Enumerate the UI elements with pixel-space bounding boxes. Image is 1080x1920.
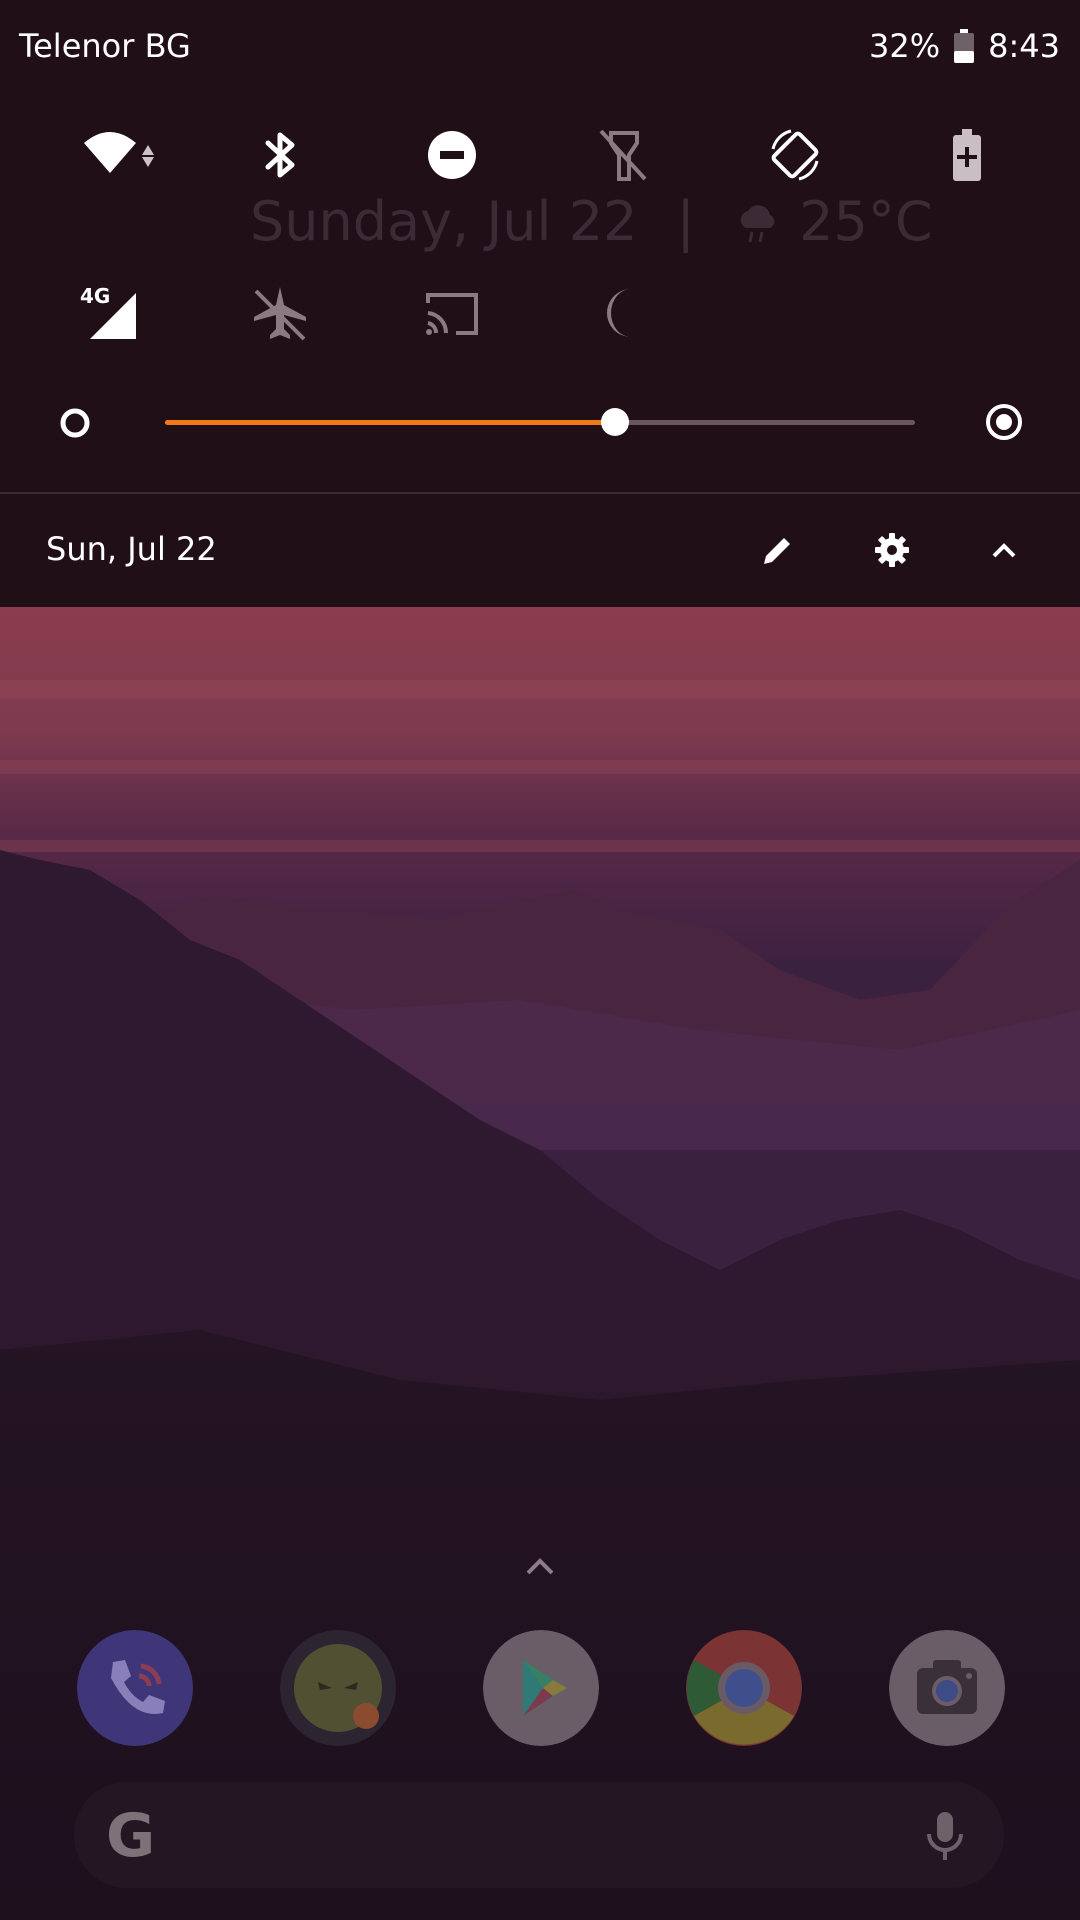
app-dock <box>0 1630 1080 1750</box>
quick-tiles-row-1 <box>0 100 1080 210</box>
google-search-bar[interactable]: G <box>74 1782 1004 1888</box>
battery-percentage: 32% <box>869 27 941 65</box>
tile-battery-saver[interactable] <box>912 100 1022 210</box>
tile-auto-rotate[interactable] <box>740 100 850 210</box>
flashlight-off-icon <box>599 129 647 181</box>
brightness-slider[interactable] <box>165 408 915 436</box>
tile-mobile-data[interactable]: 4G <box>55 258 165 368</box>
brightness-slider-thumb[interactable] <box>601 408 629 436</box>
cast-icon <box>426 293 478 335</box>
brightness-control <box>0 392 1080 452</box>
tile-bluetooth[interactable] <box>225 100 335 210</box>
tile-airplane-mode[interactable] <box>225 258 335 368</box>
airplane-off-icon <box>254 287 306 341</box>
app-drawer-chevron-icon[interactable] <box>522 1553 558 1577</box>
signal-4g-icon: 4G <box>80 284 136 339</box>
tile-wifi[interactable] <box>55 100 185 210</box>
signal-badge: 4G <box>80 284 110 308</box>
camera-app[interactable] <box>889 1630 1005 1746</box>
chevron-up-icon <box>992 543 1016 558</box>
tile-flashlight[interactable] <box>568 100 678 210</box>
microphone-icon[interactable] <box>922 1810 968 1862</box>
quick-settings-footer: Sun, Jul 22 <box>0 494 1080 607</box>
bluetooth-icon <box>265 132 295 178</box>
tile-night-light[interactable] <box>568 258 678 368</box>
collapse-button[interactable] <box>974 520 1034 580</box>
phone-icon <box>77 1630 193 1746</box>
settings-button[interactable] <box>862 520 922 580</box>
wifi-icon <box>84 132 154 173</box>
google-logo-icon: G <box>106 1806 155 1864</box>
orfox-icon <box>280 1630 396 1746</box>
chrome-icon <box>686 1630 802 1746</box>
moon-icon <box>607 289 631 337</box>
tile-cast[interactable] <box>397 258 507 368</box>
orfox-app[interactable] <box>280 1630 396 1746</box>
chrome-app[interactable] <box>686 1630 802 1746</box>
pencil-icon <box>764 538 790 564</box>
battery-icon <box>954 29 975 63</box>
quick-tiles-row-2: 4G <box>0 258 1080 368</box>
clock: 8:43 <box>988 27 1060 65</box>
play-store-app[interactable] <box>483 1630 599 1746</box>
do-not-disturb-icon <box>428 131 476 179</box>
footer-date: Sun, Jul 22 <box>46 530 217 568</box>
brightness-slider-fill <box>165 420 615 425</box>
camera-icon <box>889 1630 1005 1746</box>
battery-saver-icon <box>953 129 981 181</box>
carrier-name: Telenor BG <box>19 27 191 65</box>
quick-settings-panel: Telenor BG 32% 8:43 Sunday, Jul 22 | 25°… <box>0 0 1080 607</box>
status-right-group: 32% 8:43 <box>869 27 1060 65</box>
google-logo-letter: G <box>106 1806 155 1864</box>
gear-icon <box>875 533 909 567</box>
brightness-low-icon <box>60 408 90 438</box>
auto-rotate-icon <box>771 129 819 181</box>
play-store-icon <box>483 1630 599 1746</box>
brightness-high-icon <box>986 404 1022 440</box>
edit-button[interactable] <box>748 520 808 580</box>
tile-do-not-disturb[interactable] <box>397 100 507 210</box>
phone-app[interactable] <box>77 1630 193 1746</box>
status-bar: Telenor BG 32% 8:43 <box>0 0 1080 96</box>
